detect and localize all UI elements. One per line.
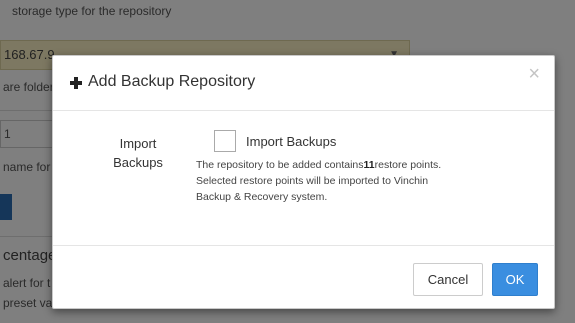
cancel-button[interactable]: Cancel (413, 263, 483, 296)
import-backups-label: Import Backups (108, 134, 168, 172)
import-backups-checkbox-label[interactable]: Import Backups (246, 134, 336, 149)
dialog-header: Add Backup Repository × (53, 56, 554, 111)
plus-icon (70, 77, 82, 89)
help-prefix: The repository to be added contains (196, 159, 364, 171)
help-line-3: Backup & Recovery system. (196, 191, 328, 203)
close-icon[interactable]: × (528, 64, 540, 84)
dialog-title: Add Backup Repository (88, 73, 256, 90)
ok-button[interactable]: OK (492, 263, 538, 296)
import-backups-label-line1: Import (119, 136, 157, 151)
dialog-footer-divider (53, 245, 554, 246)
import-backups-help-text: The repository to be added contains11res… (196, 157, 516, 205)
add-backup-repository-dialog: Add Backup Repository × Import Backups I… (52, 55, 555, 309)
help-line-1: The repository to be added contains11res… (196, 157, 516, 173)
help-suffix: restore points. (374, 159, 442, 171)
import-backups-label-line2: Backups (113, 155, 163, 170)
help-line-2: Selected restore points will be imported… (196, 175, 429, 187)
restore-point-count: 11 (363, 159, 375, 171)
import-backups-checkbox[interactable] (214, 130, 236, 152)
